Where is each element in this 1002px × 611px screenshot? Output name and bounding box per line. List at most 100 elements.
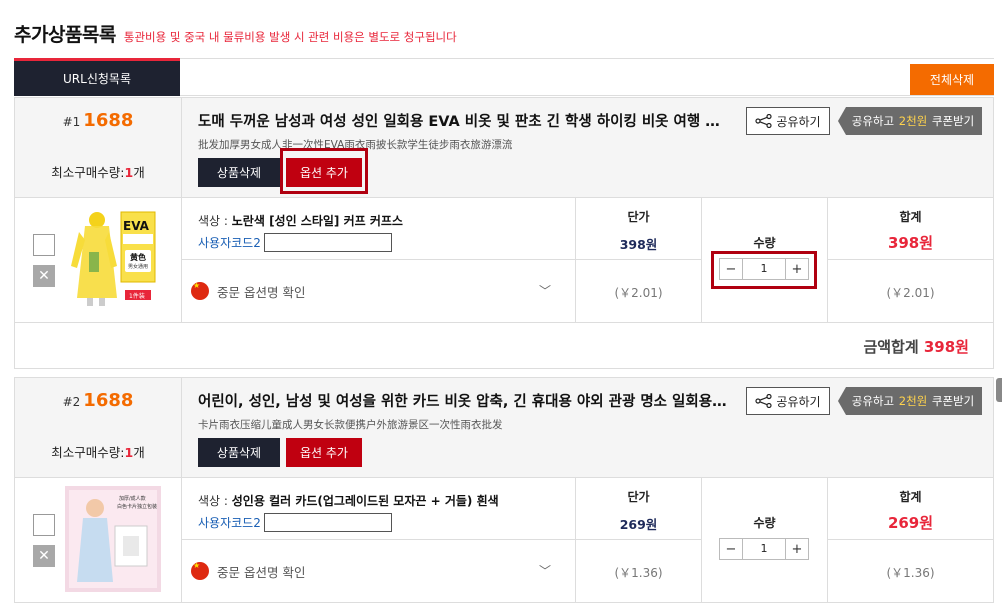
coupon-tooltip: 공유하고 2천원 쿠폰받기 [838,107,982,135]
product-header: #1 1688 최소구매수량:1개 도매 두꺼운 남성과 여성 성인 일회용 E… [15,98,993,198]
user-code-line: 사용자코드2 [198,513,392,532]
option-select-cell: ✕ 加厚/成人款 白色卡片独立包装 [15,478,182,602]
cn-option-label: 중문 옵션명 확인 [217,564,306,580]
total-value: 398원 [887,234,934,252]
min-order-label: 최소구매수량: [51,165,125,180]
product-thumbnail[interactable]: 加厚/成人款 白色卡片独立包装 [65,486,161,592]
china-flag-icon [191,281,209,300]
chevron-down-icon: ﹀ [538,564,551,578]
color-line: 색상 : 성인용 컬러 카드(업그레이드된 모자끈 + 거들) 흰색 [198,492,499,509]
unit-price-cell: 단가 398원 (￥2.01) [576,198,702,322]
coupon-amount: 2천원 [898,394,928,408]
product-index: #1 [62,115,81,129]
option-checkbox[interactable] [33,234,55,256]
page-title: 추가상품목록 [14,24,116,46]
chevron-down-icon: ﹀ [538,284,551,298]
min-order-label: 최소구매수량: [51,445,125,460]
close-icon: ✕ [38,548,50,564]
quantity-cell: 수량 − 1 + [702,478,828,602]
user-code-input[interactable] [263,233,392,252]
color-label: 색상 : [198,494,232,508]
increase-button[interactable]: + [786,259,808,279]
color-line: 색상 : 노란색 [성인 스타일] 커프 커프스 [198,212,403,229]
option-info: 색상 : 노란색 [성인 스타일] 커프 커프스 사용자코드2 [182,198,575,260]
user-code-input[interactable] [263,513,392,532]
amount-summary: 금액합계 398원 [863,336,969,357]
option-checkbox[interactable] [33,514,55,536]
decrease-button[interactable]: − [720,259,742,279]
unit-price-value: 269원 [619,517,658,532]
plus-icon: + [791,261,803,277]
increase-button[interactable]: + [786,539,808,559]
share-label: 공유하기 [776,394,821,409]
product-thumbnail[interactable]: EVA 黄色 男女通用 1件装 [65,206,161,312]
product-meta: #1 1688 최소구매수량:1개 [15,98,182,198]
delete-product-button[interactable]: 상품삭제 [198,438,280,467]
option-row: ✕ 加厚/成人款 白色卡片独立包装 색상 : 성인용 컬러 카드(업그레이드된 … [15,478,993,602]
option-info: 색상 : 성인용 컬러 카드(업그레이드된 모자끈 + 거들) 흰색 사용자코드… [182,478,575,540]
option-select-cell: ✕ EVA 黄色 男女通用 1件装 [15,198,182,322]
min-order-qty: 1 [124,445,134,460]
unit-price-cell: 단가 269원 (￥1.36) [576,478,702,602]
delete-product-button[interactable]: 상품삭제 [198,158,280,187]
china-flag-icon [191,561,209,580]
option-detail-cell: 색상 : 노란색 [성인 스타일] 커프 커프스 사용자코드2 중문 옵션명 확… [182,198,576,322]
product-card-1: #1 1688 최소구매수량:1개 도매 두꺼운 남성과 여성 성인 일회용 E… [14,97,994,369]
product-number: #1 1688 [15,110,181,131]
decrease-button[interactable]: − [720,539,742,559]
close-icon: ✕ [38,268,50,284]
product-info: 도매 두꺼운 남성과 여성 성인 일회용 EVA 비옷 및 판초 긴 학생 하이… [198,98,993,198]
amount-summary-value: 398원 [923,338,969,356]
option-detail-cell: 색상 : 성인용 컬러 카드(업그레이드된 모자끈 + 거들) 흰색 사용자코드… [182,478,576,602]
quantity-label: 수량 [753,516,776,530]
share-icon [755,114,773,128]
quantity-input[interactable]: 1 [742,539,786,559]
svg-text:白色卡片独立包装: 白色卡片独立包装 [117,503,157,510]
product-number: #2 1688 [15,390,181,411]
min-order: 최소구매수량:1개 [15,162,181,181]
cn-option-toggle[interactable]: 중문 옵션명 확인 ﹀ [182,260,575,322]
source-badge: 1688 [83,390,134,411]
product-title[interactable]: 어린이, 성인, 남성 및 여성을 위한 카드 비옷 압축, 긴 휴대용 야외 … [198,390,728,411]
share-icon [755,394,773,408]
scroll-tab[interactable] [996,378,1002,402]
total-cny: (￥2.01) [886,286,935,300]
tab-url-list[interactable]: URL신청목록 [14,58,180,96]
total-cell: 합계 398원 (￥2.01) [828,198,993,322]
product-subtitle-cn: 批发加厚男女成人非一次性EVA雨衣雨披长款学生徒步雨衣旅游漂流 [198,139,513,151]
min-order: 최소구매수량:1개 [15,442,181,461]
color-value: 노란색 [성인 스타일] 커프 커프스 [231,214,403,228]
add-option-button[interactable]: 옵션 추가 [286,438,362,467]
svg-text:加厚/成人款: 加厚/成人款 [119,495,146,502]
total-value: 269원 [887,514,934,532]
product-subtitle-cn: 卡片雨衣压缩儿童成人男女长款便携户外旅游景区一次性雨衣批发 [198,419,503,431]
total-cny: (￥1.36) [886,566,935,580]
quantity-stepper: − 1 + [719,258,809,280]
add-option-button[interactable]: 옵션 추가 [286,158,362,187]
color-value: 성인용 컬러 카드(업그레이드된 모자끈 + 거들) 흰색 [231,494,499,508]
unit-price-value: 398원 [619,237,658,252]
coupon-tooltip: 공유하고 2천원 쿠폰받기 [838,387,982,415]
share-button[interactable]: 공유하기 [746,107,830,135]
remove-option-button[interactable]: ✕ [33,265,55,287]
user-code-label: 사용자코드2 [198,516,261,530]
unit-price-cny: (￥1.36) [614,566,663,580]
product-meta: #2 1688 최소구매수량:1개 [15,378,182,478]
unit-price-cny: (￥2.01) [614,286,663,300]
cn-option-toggle[interactable]: 중문 옵션명 확인 ﹀ [182,540,575,602]
tab-bar: URL신청목록 전체삭제 [14,58,994,96]
share-button[interactable]: 공유하기 [746,387,830,415]
coupon-post: 쿠폰받기 [931,114,975,128]
svg-text:1件装: 1件装 [129,292,145,300]
customs-notice: 통관비용 및 중국 내 물류비용 발생 시 관련 비용은 별도로 청구됩니다 [123,30,457,44]
source-badge: 1688 [83,110,134,131]
product-title[interactable]: 도매 두꺼운 남성과 여성 성인 일회용 EVA 비옷 및 판초 긴 학생 하이… [198,110,728,131]
svg-text:EVA: EVA [123,219,150,233]
delete-all-button[interactable]: 전체삭제 [910,64,994,95]
plus-icon: + [791,541,803,557]
remove-option-button[interactable]: ✕ [33,545,55,567]
min-order-qty: 1 [124,165,134,180]
product-info: 어린이, 성인, 남성 및 여성을 위한 카드 비옷 압축, 긴 휴대용 야외 … [198,378,993,478]
quantity-input[interactable]: 1 [742,259,786,279]
total-cell: 합계 269원 (￥1.36) [828,478,993,602]
